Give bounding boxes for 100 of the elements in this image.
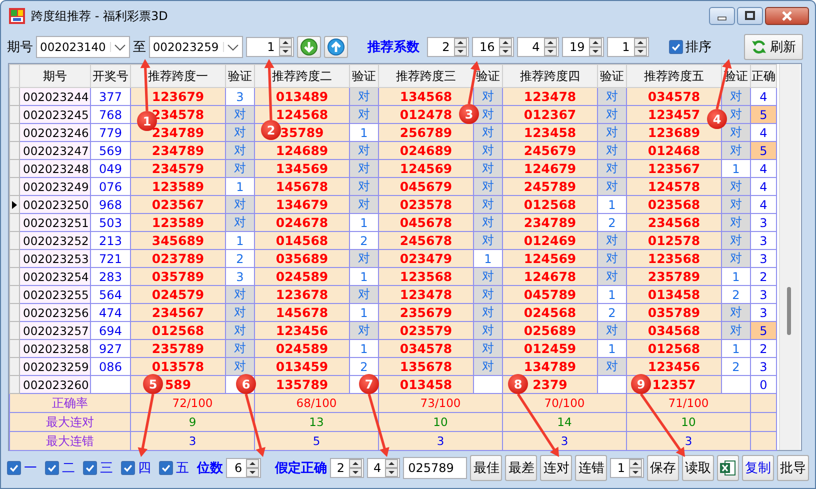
stat-cell: 3 [626, 432, 750, 450]
move-down-button[interactable] [296, 36, 321, 58]
checkmark-icon [670, 41, 682, 53]
action-button[interactable]: 连对 [540, 455, 572, 481]
span-group-cell: 134789 [502, 358, 598, 376]
checkbox[interactable] [121, 461, 135, 475]
minimize-button[interactable] [709, 7, 735, 25]
column-header[interactable]: 验证 [226, 64, 254, 88]
issue-dropdown[interactable]: 002023259 [148, 36, 243, 58]
checkmark-icon [160, 462, 172, 474]
move-up-button[interactable] [324, 36, 348, 58]
check-cell: 1 [350, 214, 378, 232]
draw-number-cell: 049 [90, 160, 130, 178]
maximize-button[interactable] [737, 7, 763, 25]
span-group-cell: 123478 [502, 88, 598, 106]
annotation-marker: 8 [508, 374, 528, 394]
draw-number-cell: 968 [90, 196, 130, 214]
check-cell: 对 [474, 286, 502, 304]
column-header[interactable]: 推荐跨度三 [378, 64, 474, 88]
span-group-cell: 123456 [626, 358, 722, 376]
column-header[interactable]: 正确 [750, 64, 776, 88]
draw-number-cell: 564 [90, 286, 130, 304]
check-cell: 对 [226, 286, 254, 304]
span-group-cell: 024579 [130, 286, 226, 304]
action-button[interactable]: 最差 [505, 455, 538, 481]
check-cell: 1 [722, 268, 750, 286]
batch-export-button[interactable]: 批导 [777, 455, 810, 481]
close-button[interactable] [765, 7, 809, 25]
column-header[interactable]: 期号 [20, 64, 90, 88]
number-spinner[interactable]: 2 [330, 458, 364, 478]
issue-dropdown[interactable]: 002023140 [36, 36, 130, 58]
span-group-cell: 034568 [626, 322, 722, 340]
copy-button[interactable]: 复制 [742, 455, 774, 481]
checkbox[interactable] [668, 40, 683, 54]
check-cell: 对 [226, 124, 254, 142]
refresh-button[interactable]: 刷新 [744, 34, 803, 60]
number-spinner[interactable]: 6 [226, 458, 262, 478]
check-cell: 对 [226, 304, 254, 322]
column-header[interactable]: 推荐跨度五 [626, 64, 722, 88]
check-cell: 对 [350, 160, 378, 178]
column-header[interactable]: 验证 [350, 64, 378, 88]
stat-cell: 73/100 [378, 394, 502, 412]
combo-input-field[interactable]: 025789 [403, 457, 468, 479]
column-header[interactable]: 推荐跨度四 [502, 64, 598, 88]
span-group-cell: 234579 [130, 160, 226, 178]
span-group-cell: 124679 [502, 160, 598, 178]
check-cell: 对 [598, 358, 626, 376]
checkbox[interactable] [45, 461, 59, 475]
span-group-cell: 245679 [502, 142, 598, 160]
scrollbar[interactable] [779, 64, 800, 450]
number-spinner[interactable]: 4 [516, 37, 559, 57]
check-cell: 对 [598, 124, 626, 142]
action-button[interactable]: 连错 [575, 455, 608, 481]
check-cell: 对 [722, 250, 750, 268]
check-cell: 1 [598, 196, 626, 214]
correct-count-cell: 4 [750, 178, 776, 196]
checkbox[interactable] [7, 461, 21, 475]
spreadsheet-icon [720, 460, 736, 476]
span-group-cell: 023479 [378, 250, 474, 268]
action-button[interactable]: 保存 [647, 455, 680, 481]
span-group-cell: 023579 [378, 322, 474, 340]
number-spinner[interactable]: 2 [426, 37, 469, 57]
action-button[interactable]: 读取 [682, 455, 714, 481]
check-cell: 对 [350, 88, 378, 106]
span-group-cell: 123458 [502, 124, 598, 142]
number-spinner[interactable]: 4 [366, 458, 400, 478]
span-group-cell: 124578 [626, 178, 722, 196]
column-header[interactable]: 推荐跨度二 [254, 64, 350, 88]
issue-cell: 002023260 [20, 376, 90, 394]
span-group-cell: 014568 [254, 232, 350, 250]
checkmark-icon [46, 462, 58, 474]
correct-count-cell: 3 [750, 214, 776, 232]
span-group-cell: 256789 [378, 124, 474, 142]
span-group-cell: 013578 [130, 358, 226, 376]
number-spinner[interactable]: 1 [246, 37, 294, 57]
number-spinner[interactable]: 16 [472, 37, 514, 57]
draw-number-cell: 694 [90, 322, 130, 340]
stat-cell: 71/100 [626, 394, 750, 412]
column-header[interactable]: 验证 [598, 64, 626, 88]
position-label: 三 [100, 460, 113, 477]
action-button[interactable]: 最佳 [470, 455, 502, 481]
checkbox[interactable] [159, 461, 173, 475]
span-group-cell: 045679 [378, 178, 474, 196]
checkbox[interactable] [83, 461, 97, 475]
check-cell: 1 [350, 340, 378, 358]
export-button[interactable] [717, 455, 740, 481]
correct-count-cell: 4 [750, 124, 776, 142]
draw-number-cell: 768 [90, 106, 130, 124]
number-spinner[interactable]: 1 [606, 37, 649, 57]
span-group-cell: 012568 [130, 322, 226, 340]
issue-cell: 002023249 [20, 178, 90, 196]
check-cell: 1 [474, 250, 502, 268]
scrollbar-thumb[interactable] [787, 287, 791, 335]
column-header[interactable]: 推荐跨度一 [130, 64, 226, 88]
number-spinner[interactable]: 19 [562, 37, 604, 57]
column-header[interactable]: 验证 [474, 64, 502, 88]
number-spinner[interactable]: 1 [610, 458, 644, 478]
column-header[interactable]: 开奖号 [90, 64, 130, 88]
annotation-marker: 3 [459, 104, 479, 124]
span-group-cell: 045789 [502, 286, 598, 304]
